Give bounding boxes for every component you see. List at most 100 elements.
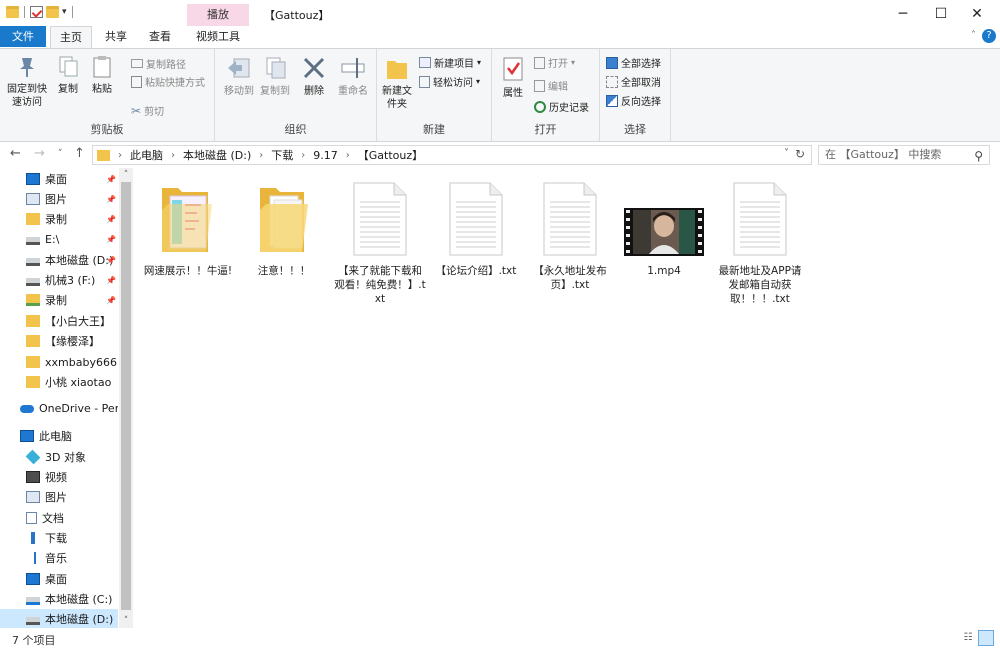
details-view-icon[interactable]: ☷	[960, 630, 976, 646]
breadcrumb-downloads[interactable]: 下载	[271, 147, 293, 163]
sidebar-item[interactable]: 本地磁盘 (D:) 📌	[0, 250, 118, 270]
edit-button[interactable]: 编辑	[534, 78, 568, 93]
new-folder-button[interactable]: 新建文件夹	[379, 55, 415, 111]
refresh-icon[interactable]: ↻	[795, 147, 805, 161]
rename-button[interactable]: 重命名	[333, 55, 373, 98]
sidebar-item[interactable]: 小桃 xiaotao	[0, 372, 118, 392]
ribbon-group-new: 新建文件夹 新建项目 ▾ 轻松访问 ▾ 新建	[377, 49, 492, 141]
file-item-txt[interactable]: 【来了就能下载和观看！纯免费！】.txt	[334, 182, 426, 306]
address-bar[interactable]: › 此电脑 › 本地磁盘 (D:) › 下载 › 9.17 › 【Gattouz…	[92, 145, 812, 165]
file-item-txt[interactable]: 最新地址及APP请发邮箱自动获取！！！.txt	[714, 182, 806, 306]
pin-quick-access-button[interactable]: 固定到快速访问	[4, 55, 50, 109]
open-button[interactable]: 打开 ▾	[534, 55, 575, 70]
collapse-ribbon-icon[interactable]: ˄	[971, 30, 976, 41]
cut-button[interactable]: ✂ 剪切	[131, 103, 164, 119]
breadcrumb-917[interactable]: 9.17	[313, 149, 338, 162]
search-input[interactable]: 在 【Gattouz】 中搜索 ⚲	[818, 145, 990, 165]
navigation-scrollbar[interactable]: ˄ ˅	[119, 168, 133, 628]
chevron-right-icon[interactable]: ›	[301, 150, 305, 161]
tab-view[interactable]: 查看	[140, 26, 180, 48]
move-to-button[interactable]: 移动到	[221, 55, 257, 98]
copy-to-button[interactable]: 复制到	[257, 55, 293, 98]
recent-locations-icon[interactable]: ˅	[58, 149, 63, 159]
file-item-folder[interactable]: 注意！！！	[238, 182, 330, 278]
chevron-right-icon[interactable]: ›	[259, 150, 263, 161]
tab-video-tools[interactable]: 视频工具	[187, 26, 249, 48]
sidebar-item[interactable]: 【小白大王】	[0, 311, 118, 331]
file-item-folder[interactable]: 网速展示！！牛逼!	[142, 182, 234, 278]
sidebar-item[interactable]: 文档	[0, 508, 118, 528]
history-button[interactable]: 历史记录	[534, 99, 589, 114]
sidebar-item[interactable]: 视频	[0, 467, 118, 487]
scroll-down-icon[interactable]: ˅	[119, 616, 133, 626]
invert-selection-button[interactable]: 反向选择	[606, 93, 661, 108]
chevron-right-icon[interactable]: ›	[171, 150, 175, 161]
paste-button[interactable]: 粘贴	[88, 55, 116, 96]
select-all-button[interactable]: 全部选择	[606, 55, 661, 70]
copy-button[interactable]: 复制	[54, 55, 82, 96]
scroll-up-icon[interactable]: ˄	[119, 170, 133, 180]
ribbon-tabs: 文件 主页 共享 查看 视频工具 ˄ ?	[0, 26, 1000, 49]
help-icon[interactable]: ?	[982, 29, 996, 43]
chevron-right-icon[interactable]: ›	[118, 150, 122, 161]
large-icons-view-icon[interactable]	[978, 630, 994, 646]
folder-icon	[26, 315, 40, 327]
paste-shortcut-button[interactable]: 粘贴快捷方式	[131, 74, 205, 89]
properties-check-icon[interactable]	[30, 6, 43, 18]
sidebar-item[interactable]: 本地磁盘 (C:)	[0, 589, 118, 609]
close-button[interactable]: ✕	[954, 0, 1000, 28]
sidebar-item[interactable]: 桌面 📌	[0, 169, 118, 189]
tab-share[interactable]: 共享	[96, 26, 136, 48]
sidebar-item[interactable]: 此电脑	[0, 426, 118, 446]
sidebar-item[interactable]: E:\ 📌	[0, 229, 118, 249]
chevron-right-icon[interactable]: ›	[346, 150, 350, 161]
select-none-button[interactable]: 全部取消	[606, 74, 661, 89]
computer-icon	[20, 430, 34, 442]
sidebar-item[interactable]: 录制 📌	[0, 290, 118, 310]
scrollbar-thumb[interactable]	[121, 182, 131, 610]
pin-icon[interactable]: 📌	[106, 276, 116, 285]
sidebar-item[interactable]: 桌面	[0, 569, 118, 589]
sidebar-item[interactable]: xxmbaby666	[0, 352, 118, 372]
edit-icon	[534, 79, 545, 92]
sidebar-item[interactable]: 3D 对象	[0, 447, 118, 467]
folder-icon	[26, 376, 40, 388]
tab-home[interactable]: 主页	[50, 26, 92, 49]
sidebar-item[interactable]: 图片	[0, 487, 118, 507]
sidebar-item[interactable]: 机械3 (F:) 📌	[0, 270, 118, 290]
customize-dropdown-icon[interactable]: ▾	[62, 7, 67, 17]
file-item-txt[interactable]: 【论坛介绍】.txt	[430, 182, 522, 278]
pin-icon[interactable]: 📌	[106, 175, 116, 184]
pin-icon[interactable]: 📌	[106, 215, 116, 224]
sidebar-item-label: OneDrive - Perso	[39, 401, 118, 415]
copy-path-button[interactable]: 复制路径	[131, 56, 186, 71]
properties-button[interactable]: 属性	[498, 55, 528, 100]
address-dropdown-icon[interactable]: ˅	[784, 148, 789, 159]
up-arrow-icon[interactable]: ↑	[74, 146, 85, 161]
delete-button[interactable]: 删除	[299, 55, 329, 98]
pin-icon[interactable]: 📌	[106, 256, 116, 265]
sidebar-item[interactable]: 图片 📌	[0, 189, 118, 209]
sidebar-item[interactable]: 音乐	[0, 548, 118, 568]
easy-access-button[interactable]: 轻松访问 ▾	[419, 74, 480, 89]
breadcrumb-this-pc[interactable]: 此电脑	[130, 147, 163, 163]
sidebar-item[interactable]: OneDrive - Perso	[0, 398, 118, 418]
new-item-button[interactable]: 新建项目 ▾	[419, 55, 481, 70]
breadcrumb-gattouz[interactable]: 【Gattouz】	[358, 147, 423, 163]
file-item-video[interactable]: 1.mp4	[618, 182, 710, 278]
back-arrow-icon[interactable]: ←	[10, 146, 21, 161]
breadcrumb-drive-d[interactable]: 本地磁盘 (D:)	[183, 147, 251, 163]
tab-file[interactable]: 文件	[0, 26, 46, 47]
pin-icon[interactable]: 📌	[106, 195, 116, 204]
sidebar-item[interactable]: 下载	[0, 528, 118, 548]
sidebar-item[interactable]: 【缘樱泽】	[0, 331, 118, 351]
file-item-txt[interactable]: 【永久地址发布页】.txt	[524, 182, 616, 292]
forward-arrow-icon[interactable]: →	[34, 146, 45, 161]
sidebar-item-label: 桌面	[45, 573, 67, 586]
new-folder-icon[interactable]	[46, 6, 59, 18]
pin-icon[interactable]: 📌	[106, 296, 116, 305]
sidebar-item[interactable]: 本地磁盘 (D:)	[0, 609, 118, 629]
scissors-icon: ✂	[131, 103, 142, 118]
pin-icon[interactable]: 📌	[106, 235, 116, 244]
sidebar-item[interactable]: 录制 📌	[0, 209, 118, 229]
